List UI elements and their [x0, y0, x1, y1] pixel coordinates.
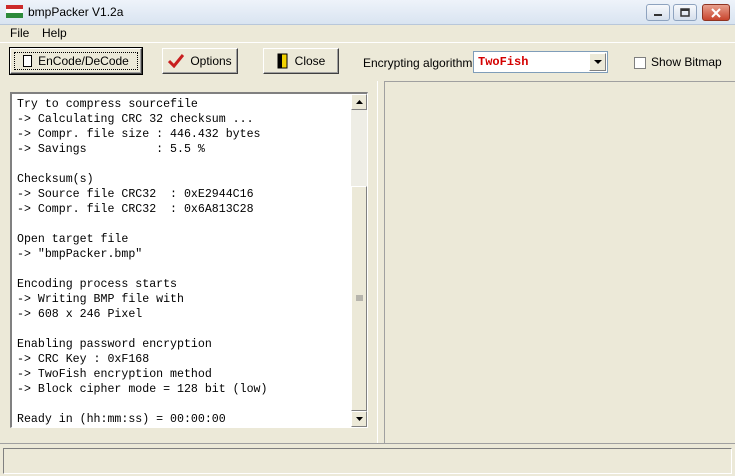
checkmark-icon	[168, 54, 185, 68]
close-button[interactable]: Close	[263, 48, 339, 74]
log-line: Try to compress sourcefile	[17, 98, 198, 111]
app-window: bmpPacker V1.2a File Help EnCode/DeCode …	[0, 0, 735, 476]
arrow-up-icon	[355, 100, 363, 104]
title-bar[interactable]: bmpPacker V1.2a	[0, 0, 735, 25]
splitter[interactable]	[377, 81, 378, 443]
status-bar	[0, 443, 735, 476]
log-line: -> Savings : 5.5 %	[17, 143, 205, 156]
window-title: bmpPacker V1.2a	[28, 5, 124, 19]
log-line: -> TwoFish encryption method	[17, 368, 212, 381]
maximize-button[interactable]	[673, 4, 697, 21]
close-label: Close	[294, 54, 326, 68]
log-panel[interactable]: Try to compress sourcefile -> Calculating…	[10, 92, 368, 428]
algorithm-value: TwoFish	[478, 55, 529, 69]
log-line: -> Writing BMP file with	[17, 293, 184, 306]
status-field	[3, 448, 732, 474]
grip-icon	[355, 295, 363, 301]
log-line: -> Calculating CRC 32 checksum ...	[17, 113, 254, 126]
close-icon	[711, 7, 721, 18]
menu-help[interactable]: Help	[42, 26, 67, 40]
log-line: Ready in (hh:mm:ss) = 00:00:00	[17, 413, 226, 426]
close-window-button[interactable]	[702, 4, 730, 21]
encode-decode-button[interactable]: EnCode/DeCode	[9, 47, 143, 75]
log-line: -> 608 x 246 Pixel	[17, 308, 143, 321]
options-label: Options	[190, 54, 232, 68]
minimize-icon	[654, 13, 662, 16]
log-text: Try to compress sourcefile -> Calculating…	[17, 97, 347, 427]
log-line: Checksum(s)	[17, 173, 94, 186]
log-line: Open target file	[17, 233, 129, 246]
minimize-button[interactable]	[646, 4, 670, 21]
maximize-icon	[680, 8, 690, 17]
log-line: -> Block cipher mode = 128 bit (low)	[17, 383, 268, 396]
scroll-thumb[interactable]	[351, 186, 367, 411]
options-button[interactable]: Options	[162, 48, 238, 74]
chevron-down-icon	[593, 59, 602, 64]
flag-icon	[6, 5, 23, 18]
log-scrollbar[interactable]	[351, 94, 367, 427]
toolbar: EnCode/DeCode Options Close Encrypting a…	[0, 42, 735, 80]
log-line: Encoding process starts	[17, 278, 178, 291]
bitmap-preview-panel	[384, 81, 735, 443]
arrow-down-icon	[355, 417, 363, 421]
menu-bar: File Help	[0, 25, 735, 41]
algorithm-select[interactable]: TwoFish	[473, 51, 608, 73]
algorithm-label: Encrypting algorithm :	[363, 56, 480, 70]
log-line: -> CRC Key : 0xF168	[17, 353, 150, 366]
log-line: -> Compr. file CRC32 : 0x6A813C28	[17, 203, 254, 216]
show-bitmap-label[interactable]: Show Bitmap	[651, 55, 722, 69]
scroll-down-button[interactable]	[351, 411, 367, 427]
log-line: Enabling password encryption	[17, 338, 212, 351]
focus-rect	[14, 52, 138, 70]
dropdown-button[interactable]	[589, 53, 606, 71]
scroll-up-button[interactable]	[351, 94, 367, 110]
log-line: -> Source file CRC32 : 0xE2944C16	[17, 188, 254, 201]
log-line: -> "bmpPacker.bmp"	[17, 248, 143, 261]
menu-file[interactable]: File	[10, 26, 29, 40]
show-bitmap-checkbox[interactable]	[634, 57, 646, 69]
log-line: -> Compr. file size : 446.432 bytes	[17, 128, 261, 141]
door-exit-icon	[277, 53, 288, 69]
